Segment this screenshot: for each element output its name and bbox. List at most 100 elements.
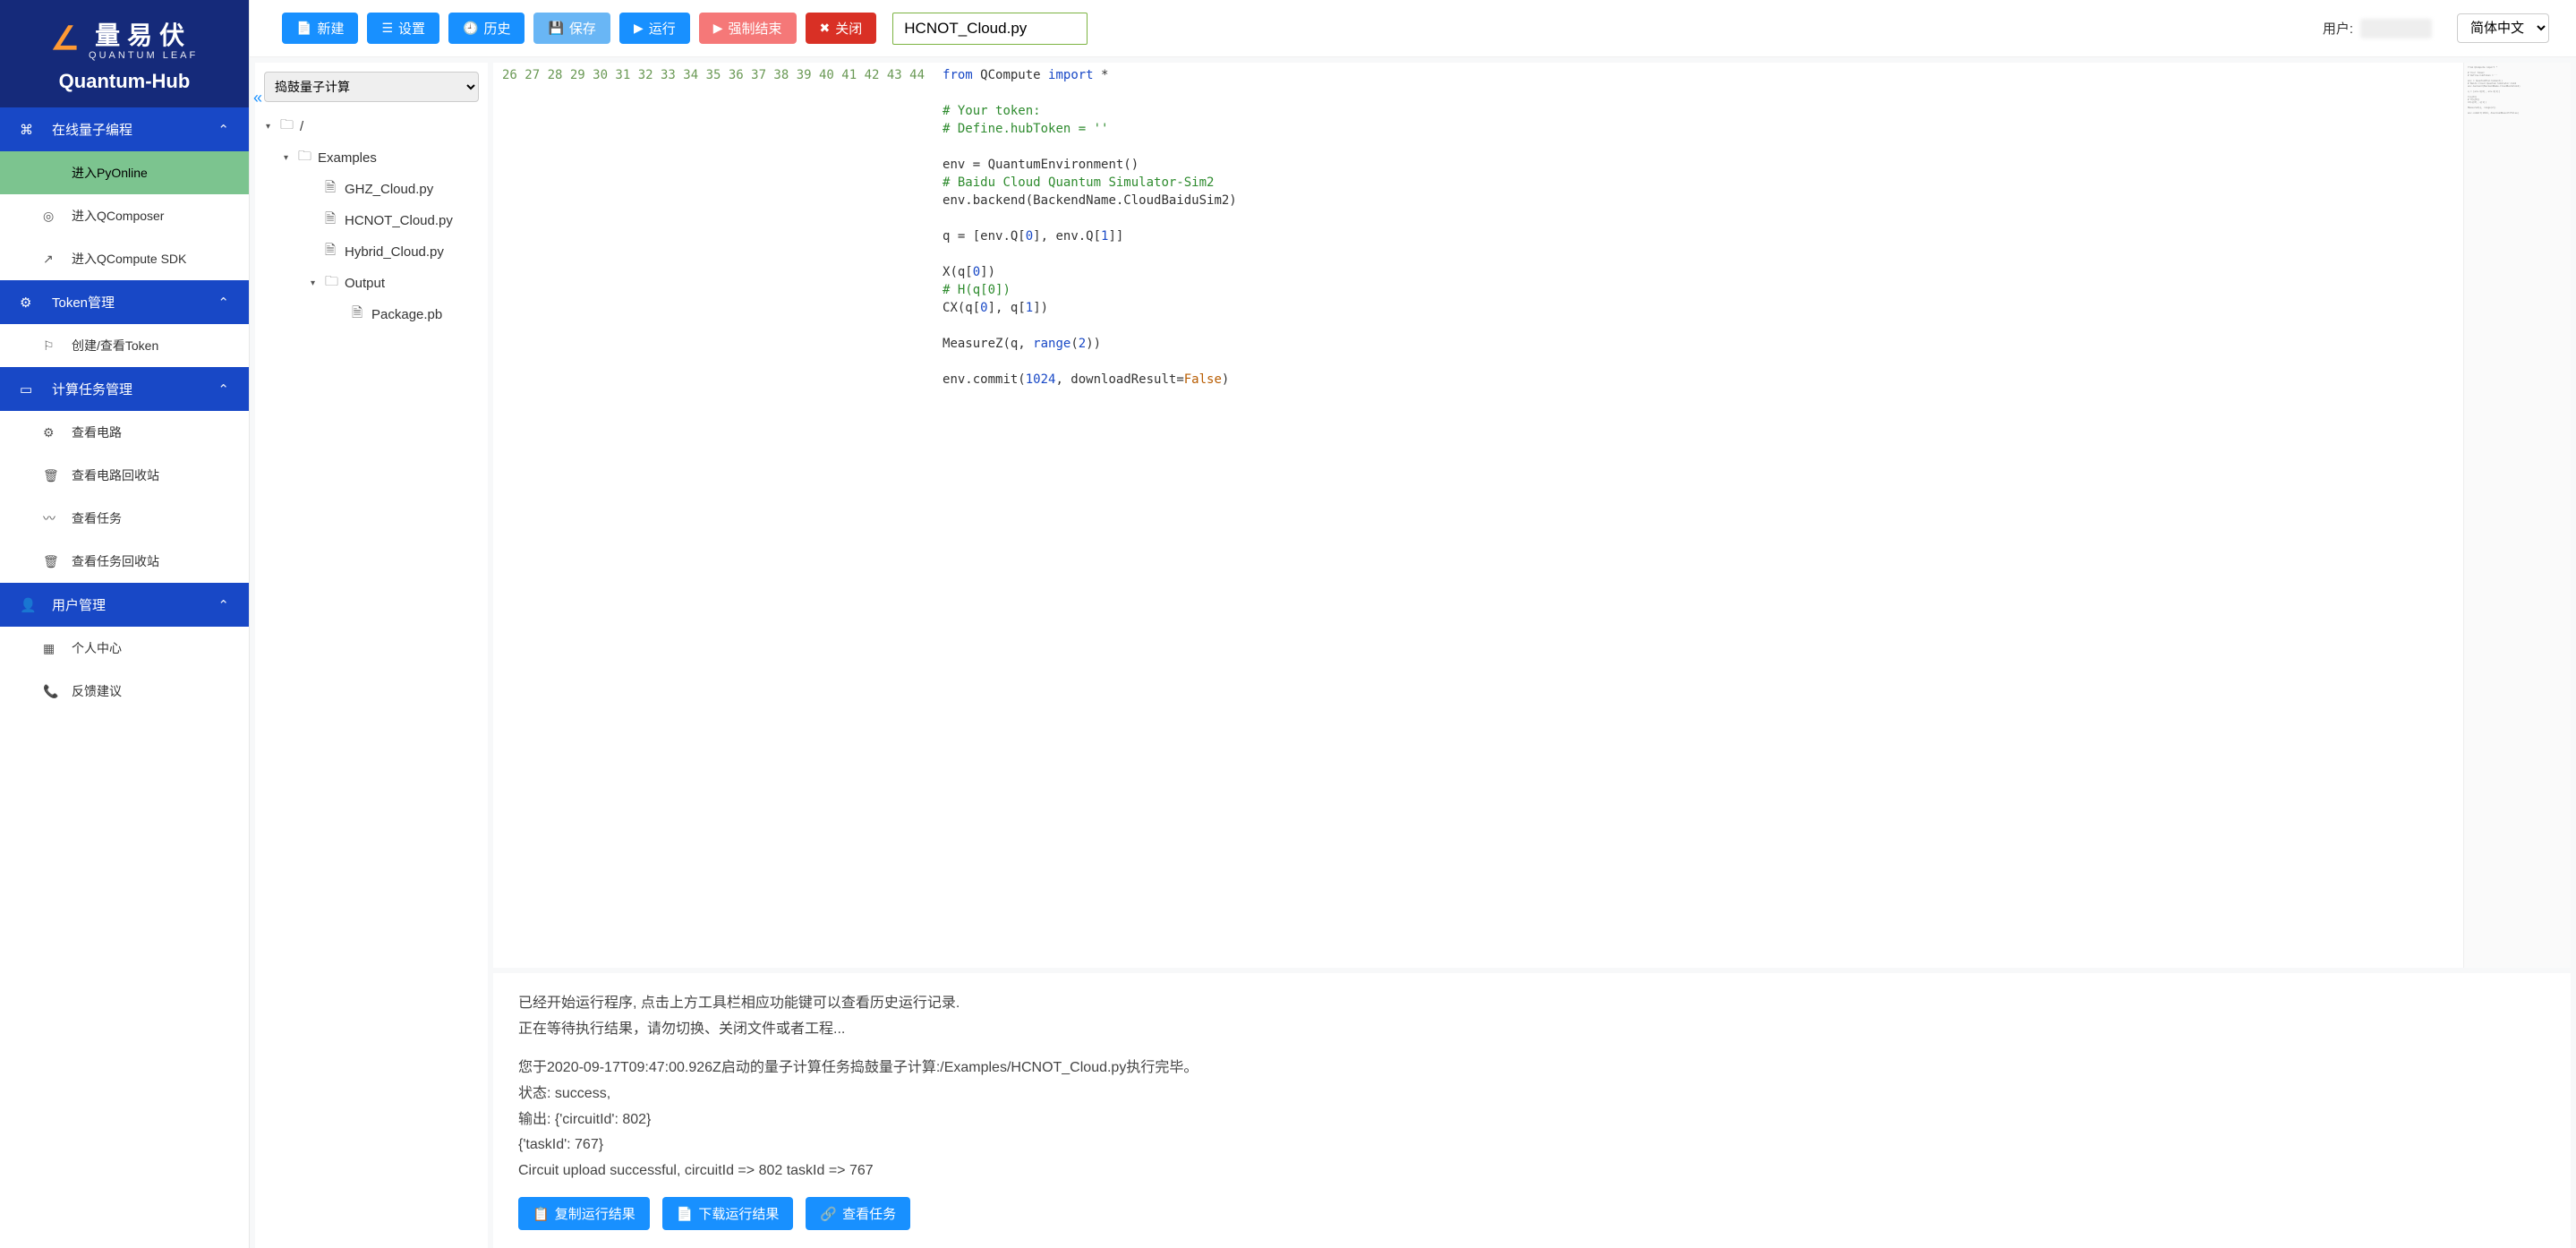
nav-item[interactable]: 📞反馈建议 <box>0 670 249 713</box>
link-icon: 🔗 <box>820 1206 837 1222</box>
nav-item[interactable]: 进入PyOnline <box>0 151 249 194</box>
tree-label: HCNOT_Cloud.py <box>345 213 453 228</box>
output-line: 状态: success, <box>518 1081 2546 1107</box>
file-explorer: 捣鼓量子计算 ▾ 🗀 / ▾ 🗀 Examples 🗎 GHZ_Cloud.py 🗎 HCNOT_… <box>255 63 488 1248</box>
tree-label: / <box>300 119 303 134</box>
chevron-down-icon: ▾ <box>284 153 293 163</box>
tree-file[interactable]: 🗎 GHZ_Cloud.py <box>264 174 479 205</box>
output-panel: 已经开始运行程序, 点击上方工具栏相应功能键可以查看历史运行记录. 正在等待执行… <box>493 968 2571 1248</box>
run-button[interactable]: ▶运行 <box>619 13 690 44</box>
nav-item[interactable]: 〰查看任务 <box>0 497 249 540</box>
logo-text-en: QUANTUM LEAF <box>89 50 198 61</box>
language-select[interactable]: 简体中文 <box>2457 13 2549 43</box>
close-icon: ✖ <box>820 21 831 36</box>
user-label: 用户: <box>2323 19 2353 38</box>
tree-file[interactable]: 🗎 Hybrid_Cloud.py <box>264 236 479 268</box>
nav-item[interactable]: ◎进入QComposer <box>0 194 249 237</box>
save-icon: 💾 <box>548 21 563 36</box>
file-icon: 🗎 <box>325 178 339 201</box>
group-icon: ⚙ <box>20 295 39 311</box>
history-icon: 🕘 <box>463 21 478 36</box>
chevron-up-icon: ⌃ <box>218 295 229 311</box>
nav-item-icon: ▦ <box>43 641 59 656</box>
play-icon: ▶ <box>634 21 644 36</box>
chevron-up-icon: ⌃ <box>218 381 229 397</box>
sidebar: ∠ 量易伏 QUANTUM LEAF Quantum-Hub ⌘ 在线量子编程 ⌃ 进… <box>0 0 250 1248</box>
nav-group-header[interactable]: ▭计算任务管理⌃ <box>0 367 249 411</box>
minimap[interactable]: from QCompute import * # Your token: # D… <box>2463 63 2571 968</box>
line-gutter: 26 27 28 29 30 31 32 33 34 35 36 37 38 3… <box>493 63 937 968</box>
copy-result-button[interactable]: 📋复制运行结果 <box>518 1197 650 1230</box>
nav: ⌘ 在线量子编程 ⌃ 进入PyOnline ◎进入QComposer ↗ 进入QComput… <box>0 107 249 1248</box>
nav-item-label: 进入PyOnline <box>72 164 148 182</box>
force-stop-button[interactable]: ▶强制结束 <box>699 13 797 44</box>
history-button[interactable]: 🕘历史 <box>448 13 525 44</box>
folder-icon: 🗀 <box>298 147 312 169</box>
list-icon: ☰ <box>381 21 393 36</box>
nav-item[interactable]: 🗑查看电路回收站 <box>0 454 249 497</box>
output-line: 正在等待执行结果，请勿切换、关闭文件或者工程... <box>518 1017 2546 1043</box>
nav-item[interactable]: ↗ 进入QCompute SDK <box>0 237 249 280</box>
nav-group-header[interactable]: ⚙Token管理⌃ <box>0 280 249 324</box>
logo-mark-icon: ∠ <box>51 20 80 57</box>
nav-item[interactable]: ▦ 个人中心 <box>0 627 249 670</box>
output-line: 您于2020-09-17T09:47:00.926Z启动的量子计算任务捣鼓量子计… <box>518 1056 2546 1081</box>
tree-folder[interactable]: ▾ 🗀 Examples <box>264 142 479 174</box>
nav-group-header[interactable]: 👤 用户管理 ⌃ <box>0 583 249 627</box>
download-result-button[interactable]: 📄下载运行结果 <box>662 1197 794 1230</box>
tree-file[interactable]: 🗎Package.pb <box>264 299 479 330</box>
file-icon: 📄 <box>296 21 311 36</box>
group-icon: ⌘ <box>20 122 39 138</box>
toolbar: 📄新建 ☰设置 🕘历史 💾保存 ▶运行 ▶强制结束 ✖关闭 用户: 简体中文 <box>250 0 2576 57</box>
filename-input[interactable] <box>892 13 1088 45</box>
nav-item-label: 进入QCompute SDK <box>72 250 186 268</box>
nav-group-header[interactable]: ⌘在线量子编程⌃ <box>0 107 249 151</box>
logo-text-cn: 量易伏 <box>89 16 198 52</box>
user-area: 用户: <box>2323 19 2432 38</box>
project-select[interactable]: 捣鼓量子计算 <box>264 72 479 102</box>
view-task-button[interactable]: 🔗查看任务 <box>806 1197 910 1230</box>
chevron-down-icon: ▾ <box>266 122 275 132</box>
tree-label: Hybrid_Cloud.py <box>345 244 444 260</box>
tree-folder[interactable]: ▾ 🗀 / <box>264 111 479 142</box>
tree-folder[interactable]: ▾🗀Output <box>264 268 479 299</box>
chevron-up-icon: ⌃ <box>218 597 229 613</box>
nav-item-icon: ↗ <box>43 252 59 267</box>
nav-item[interactable]: 🗑 查看任务回收站 <box>0 540 249 583</box>
collapse-sidebar-icon[interactable]: « <box>250 85 266 111</box>
nav-group-title: 在线量子编程 <box>52 120 132 139</box>
output-line: Circuit upload successful, circuitId => … <box>518 1158 2546 1184</box>
copy-icon: 📋 <box>533 1206 550 1222</box>
tree-label: Examples <box>318 150 377 166</box>
nav-item-icon: 📞 <box>43 684 59 699</box>
play-icon: ▶ <box>713 21 723 36</box>
file-icon: 🗎 <box>325 209 339 232</box>
new-button[interactable]: 📄新建 <box>282 13 358 44</box>
nav-group-title: 用户管理 <box>52 595 106 614</box>
tree-label: GHZ_Cloud.py <box>345 182 433 197</box>
save-button[interactable]: 💾保存 <box>533 13 610 44</box>
group-icon: 👤 <box>20 597 39 613</box>
file-icon: 🗎 <box>325 241 339 263</box>
nav-item-label: 查看电路 <box>72 423 122 441</box>
code-area[interactable]: from QCompute import * # Your token: # D… <box>937 63 2463 968</box>
chevron-down-icon: ▾ <box>311 278 320 288</box>
tree-file[interactable]: 🗎 HCNOT_Cloud.py <box>264 205 479 236</box>
nav-item-label: 查看任务回收站 <box>72 552 159 570</box>
settings-button[interactable]: ☰设置 <box>367 13 439 44</box>
nav-item-label: 查看任务 <box>72 509 122 527</box>
code-editor[interactable]: 26 27 28 29 30 31 32 33 34 35 36 37 38 3… <box>493 63 2571 968</box>
nav-item-label: 个人中心 <box>72 639 122 657</box>
close-button[interactable]: ✖关闭 <box>806 13 877 44</box>
group-icon: ▭ <box>20 381 39 397</box>
folder-icon: 🗀 <box>280 115 294 138</box>
logo-hub: Quantum-Hub <box>18 70 231 93</box>
download-icon: 📄 <box>677 1206 694 1222</box>
nav-item-icon: 🗑 <box>43 554 59 569</box>
nav-item-icon: ◎ <box>43 209 59 224</box>
nav-item-label: 创建/查看Token <box>72 337 158 355</box>
nav-item[interactable]: ⚙查看电路 <box>0 411 249 454</box>
nav-item[interactable]: ⚐创建/查看Token <box>0 324 249 367</box>
folder-icon: 🗀 <box>325 272 339 295</box>
output-line: 输出: {'circuitId': 802} <box>518 1107 2546 1133</box>
